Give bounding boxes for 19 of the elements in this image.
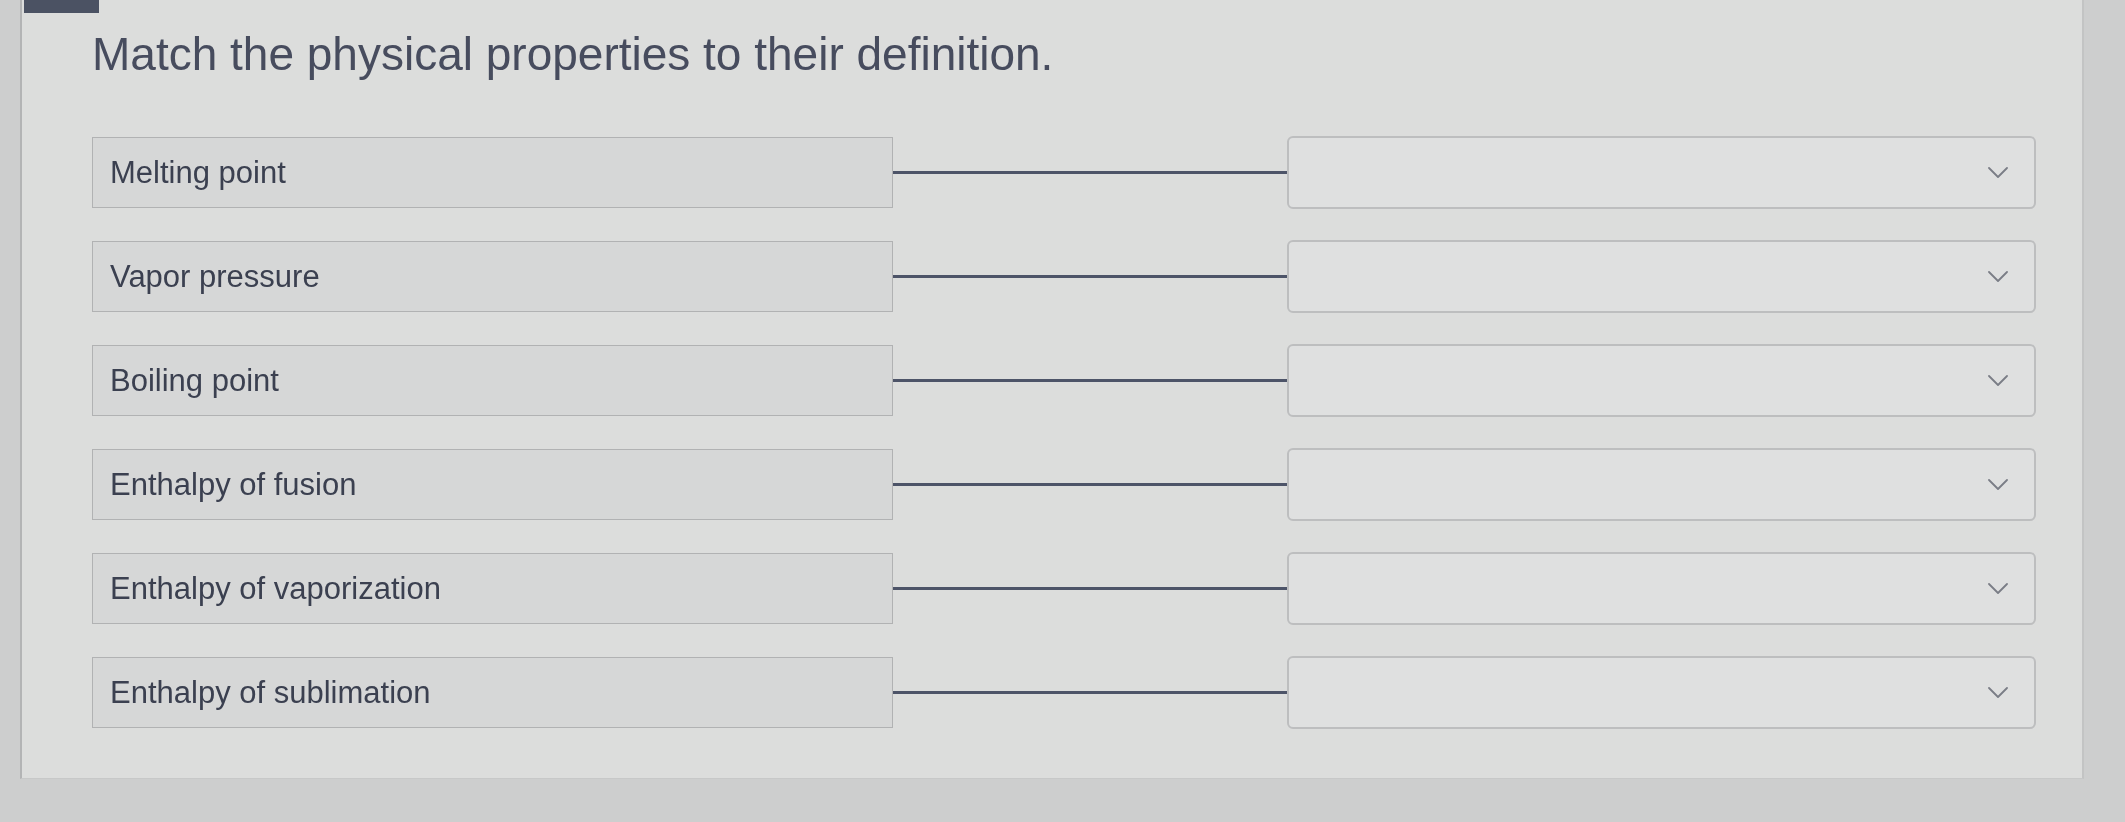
term-card: Boiling point [92,345,893,416]
answer-dropdown[interactable] [1287,552,2036,625]
term-card: Enthalpy of fusion [92,449,893,520]
chevron-down-icon [1988,271,2008,282]
term-card: Enthalpy of vaporization [92,553,893,624]
chevron-down-icon [1988,479,2008,490]
answer-dropdown[interactable] [1287,240,2036,313]
answer-dropdown[interactable] [1287,344,2036,417]
term-card: Vapor pressure [92,241,893,312]
chevron-down-icon [1988,167,2008,178]
term-card: Melting point [92,137,893,208]
answer-dropdown[interactable] [1287,656,2036,729]
chevron-down-icon [1988,375,2008,386]
chevron-down-icon [1988,583,2008,594]
answer-dropdown[interactable] [1287,136,2036,209]
question-title: Match the physical properties to their definition. [92,27,1054,81]
term-card: Enthalpy of sublimation [92,657,893,728]
answer-dropdown[interactable] [1287,448,2036,521]
chevron-down-icon [1988,687,2008,698]
